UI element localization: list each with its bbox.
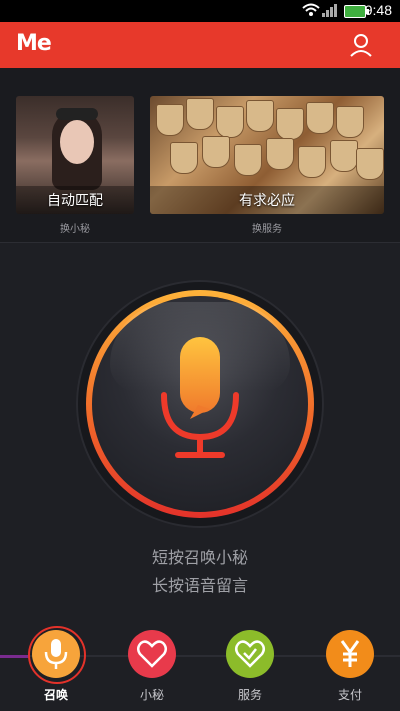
portrait-face [60,120,94,164]
nav-item-service[interactable]: 服务 [215,630,285,703]
active-ring [28,626,86,684]
plaque [266,138,294,170]
swap-service-link[interactable]: 换服务 [150,220,384,235]
microphone-icon [161,337,239,458]
app-logo: Me [16,31,52,56]
nav-label-payment: 支付 [337,688,362,702]
plaque [330,140,358,172]
portrait-glasses [56,108,98,120]
auto-match-card[interactable]: 自动匹配 [16,96,134,214]
profile-icon[interactable] [348,32,374,58]
status-bar: 9:48 [0,0,400,22]
mic-hint-short-press: 短按召唤小秘 [151,548,248,567]
nav-item-summon[interactable]: 召唤 [21,626,91,703]
plaque [246,100,274,132]
swap-assistant-link[interactable]: 换小秘 [16,220,134,235]
nav-item-assistant[interactable]: 小秘 [117,630,187,703]
card-title: 有求必应 [239,193,295,209]
plaque [298,146,326,178]
payment-button[interactable] [326,630,374,678]
nav-label-service: 服务 [237,688,262,702]
heart-check-icon [235,640,265,668]
plaque [234,144,262,176]
plaque [356,148,384,180]
on-demand-card[interactable]: 有求必应 [150,96,384,214]
status-time: 9:48 [364,2,392,18]
match-cards: 自动匹配 换小秘 有求必应 换服务 [0,68,400,243]
plaque [306,102,334,134]
summon-button[interactable] [28,626,86,684]
plaque [170,142,198,174]
plaque [186,98,214,130]
nav-item-payment[interactable]: 支付 [315,630,385,703]
plaque [202,136,230,168]
nav-label-summon: 召唤 [43,688,68,702]
heart-icon [137,640,167,668]
assistant-button[interactable] [128,630,176,678]
mic-hint-long-press: 长按语音留言 [151,576,248,595]
yen-icon [340,640,360,667]
nav-label-assistant: 小秘 [139,688,164,702]
card-title: 自动匹配 [47,193,103,209]
signal-icon [322,4,337,17]
plaque [216,106,244,138]
plaque [276,108,304,140]
plaque [336,106,364,138]
plaque [156,104,184,136]
service-button[interactable] [226,630,274,678]
wifi-icon [302,3,320,16]
app-header: Me [0,22,400,68]
battery-icon [344,5,369,18]
